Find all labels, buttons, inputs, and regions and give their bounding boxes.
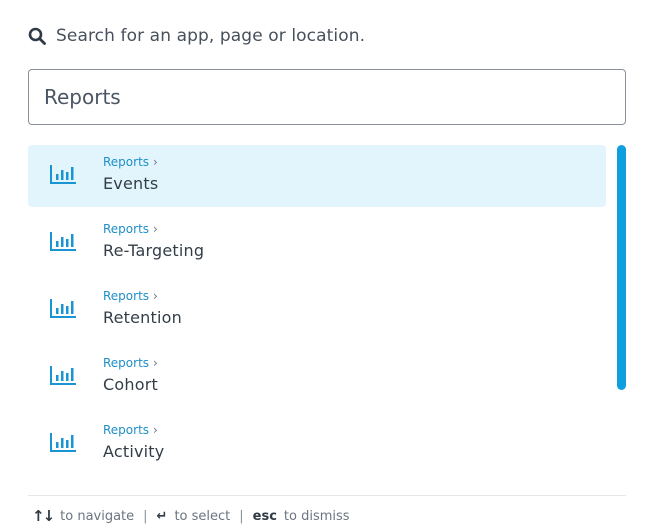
- separator: |: [143, 508, 148, 524]
- result-breadcrumb[interactable]: Reports ›: [103, 222, 158, 236]
- chevron-right-icon: ›: [153, 222, 158, 236]
- result-breadcrumb[interactable]: Reports ›: [103, 356, 158, 370]
- result-item-cohort[interactable]: Reports › Cohort: [28, 346, 606, 408]
- results-list: Reports › Events Reports › Re-Targeting Re…: [28, 145, 606, 480]
- esc-key: esc: [252, 508, 277, 524]
- search-hint-text: Search for an app, page or location.: [56, 26, 366, 46]
- footer-divider: [28, 495, 626, 496]
- result-item-retention[interactable]: Reports › Retention: [28, 279, 606, 341]
- result-title: Re-Targeting: [103, 241, 205, 260]
- chevron-right-icon: ›: [153, 289, 158, 303]
- chevron-right-icon: ›: [153, 155, 158, 169]
- result-breadcrumb[interactable]: Reports ›: [103, 289, 158, 303]
- enter-key-icon: ↵: [156, 508, 168, 524]
- search-icon: [28, 27, 46, 45]
- search-hint-header: Search for an app, page or location.: [28, 24, 365, 48]
- bar-chart-icon: [50, 232, 76, 251]
- keyboard-hints: ↑↓ to navigate | ↵ to select | esc to di…: [32, 506, 350, 526]
- result-title: Events: [103, 174, 159, 193]
- arrow-keys-icon: ↑↓: [32, 507, 55, 525]
- bar-chart-icon: [50, 299, 76, 318]
- result-item-activity[interactable]: Reports › Activity: [28, 413, 606, 475]
- bar-chart-icon: [50, 366, 76, 385]
- chevron-right-icon: ›: [153, 356, 158, 370]
- result-breadcrumb[interactable]: Reports ›: [103, 155, 158, 169]
- result-title: Activity: [103, 442, 165, 461]
- result-title: Cohort: [103, 375, 158, 394]
- bar-chart-icon: [50, 165, 76, 184]
- navigate-hint-label: to navigate: [60, 508, 135, 524]
- bar-chart-icon: [50, 433, 76, 452]
- search-input[interactable]: [44, 85, 610, 109]
- dismiss-hint-label: to dismiss: [283, 508, 350, 524]
- results-scrollbar[interactable]: [617, 145, 626, 390]
- select-hint-label: to select: [174, 508, 231, 524]
- separator: |: [239, 508, 244, 524]
- chevron-right-icon: ›: [153, 423, 158, 437]
- search-box[interactable]: [28, 69, 626, 125]
- result-item-re-targeting[interactable]: Reports › Re-Targeting: [28, 212, 606, 274]
- result-item-events[interactable]: Reports › Events: [28, 145, 606, 207]
- result-breadcrumb[interactable]: Reports ›: [103, 423, 158, 437]
- result-title: Retention: [103, 308, 182, 327]
